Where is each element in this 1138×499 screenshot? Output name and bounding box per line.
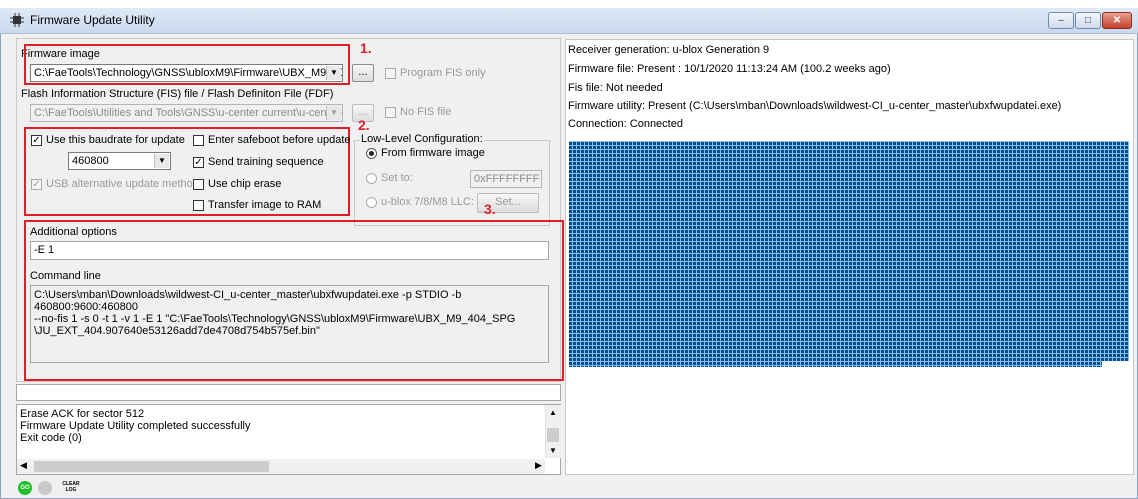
command-line-text[interactable]: C:\Users\mban\Downloads\wildwest-CI_u-ce…: [30, 285, 549, 363]
firmware-utility-info: Firmware utility: Present (C:\Users\mban…: [568, 100, 1062, 112]
scroll-up-icon[interactable]: ▲: [549, 408, 557, 417]
safeboot-checkbox[interactable]: [193, 135, 204, 146]
annotation-number-3: 3.: [484, 201, 496, 217]
fis-file-combo[interactable]: C:\FaeTools\Utilities and Tools\GNSS\u-c…: [30, 104, 343, 122]
log-line: Exit code (0): [20, 432, 82, 444]
baudrate-combo[interactable]: 460800 ▼: [68, 152, 171, 170]
sector-map-tail: [569, 361, 1102, 367]
annotation-number-1: 1.: [360, 40, 372, 56]
scroll-left-icon[interactable]: ◀: [20, 460, 27, 471]
sector-map: [569, 141, 1129, 361]
safeboot-label: Enter safeboot before update: [208, 134, 351, 146]
additional-options-input[interactable]: -E 1: [30, 241, 549, 260]
progress-bar: [16, 384, 561, 401]
command-line-label: Command line: [30, 270, 101, 282]
title-bar[interactable]: [0, 8, 1138, 34]
usb-alt-method-label: USB alternative update method: [46, 178, 199, 190]
annotation-box-1: [24, 44, 350, 85]
ublox-llc-radio[interactable]: [366, 197, 377, 208]
set-to-label: Set to:: [381, 172, 413, 184]
no-fis-file-checkbox[interactable]: [385, 107, 396, 118]
additional-options-label: Additional options: [30, 226, 117, 238]
connection-info: Connection: Connected: [568, 118, 683, 130]
training-sequence-label: Send training sequence: [208, 156, 324, 168]
program-fis-only-label: Program FIS only: [400, 67, 486, 79]
h-scroll-thumb[interactable]: [34, 461, 269, 472]
browse-firmware-button[interactable]: ...: [352, 64, 374, 82]
use-baudrate-checkbox[interactable]: ✓: [31, 135, 42, 146]
log-line: Firmware Update Utility completed succes…: [20, 420, 251, 432]
low-level-config-title: Low-Level Configuration:: [360, 133, 484, 145]
transfer-ram-label: Transfer image to RAM: [208, 199, 322, 211]
go-icon[interactable]: GO: [18, 481, 32, 495]
no-fis-file-label: No FIS file: [400, 106, 452, 118]
annotation-number-2: 2.: [358, 117, 370, 133]
scroll-right-icon[interactable]: ▶: [535, 460, 542, 471]
set-to-value-field[interactable]: 0xFFFFFFFF: [470, 170, 542, 188]
baudrate-value: 460800: [72, 155, 109, 167]
chip-erase-checkbox[interactable]: [193, 179, 204, 190]
close-button[interactable]: ✕: [1102, 12, 1132, 29]
usb-alt-method-checkbox[interactable]: ✓: [31, 179, 42, 190]
scroll-thumb[interactable]: [547, 428, 559, 442]
chevron-down-icon[interactable]: ▼: [326, 106, 341, 120]
transfer-ram-checkbox[interactable]: [193, 200, 204, 211]
clear-log-icon[interactable]: CLEAR LOG: [60, 481, 82, 493]
fis-file-label: Flash Information Structure (FIS) file /…: [21, 88, 334, 100]
chip-icon: [10, 13, 24, 27]
from-firmware-label: From firmware image: [381, 147, 485, 159]
fis-file-value: C:\FaeTools\Utilities and Tools\GNSS\u-c…: [34, 107, 343, 119]
chip-erase-label: Use chip erase: [208, 178, 282, 190]
fis-file-info: Fis file: Not needed: [568, 82, 663, 94]
firmware-file-info: Firmware file: Present : 10/1/2020 11:13…: [568, 63, 891, 75]
window-title: Firmware Update Utility: [30, 13, 155, 27]
use-baudrate-label: Use this baudrate for update: [46, 134, 185, 146]
maximize-button[interactable]: □: [1075, 12, 1101, 29]
training-sequence-checkbox[interactable]: ✓: [193, 157, 204, 168]
ublox-llc-label: u-blox 7/8/M8 LLC:: [381, 196, 474, 208]
set-to-radio[interactable]: [366, 173, 377, 184]
from-firmware-radio[interactable]: [366, 148, 377, 159]
scroll-down-icon[interactable]: ▼: [549, 446, 557, 455]
minimize-button[interactable]: –: [1048, 12, 1074, 29]
stop-icon[interactable]: [38, 481, 52, 495]
receiver-generation-info: Receiver generation: u-blox Generation 9: [568, 44, 770, 56]
program-fis-only-checkbox[interactable]: [385, 68, 396, 79]
log-line: Erase ACK for sector 512: [20, 408, 145, 420]
chevron-down-icon[interactable]: ▼: [154, 154, 169, 168]
